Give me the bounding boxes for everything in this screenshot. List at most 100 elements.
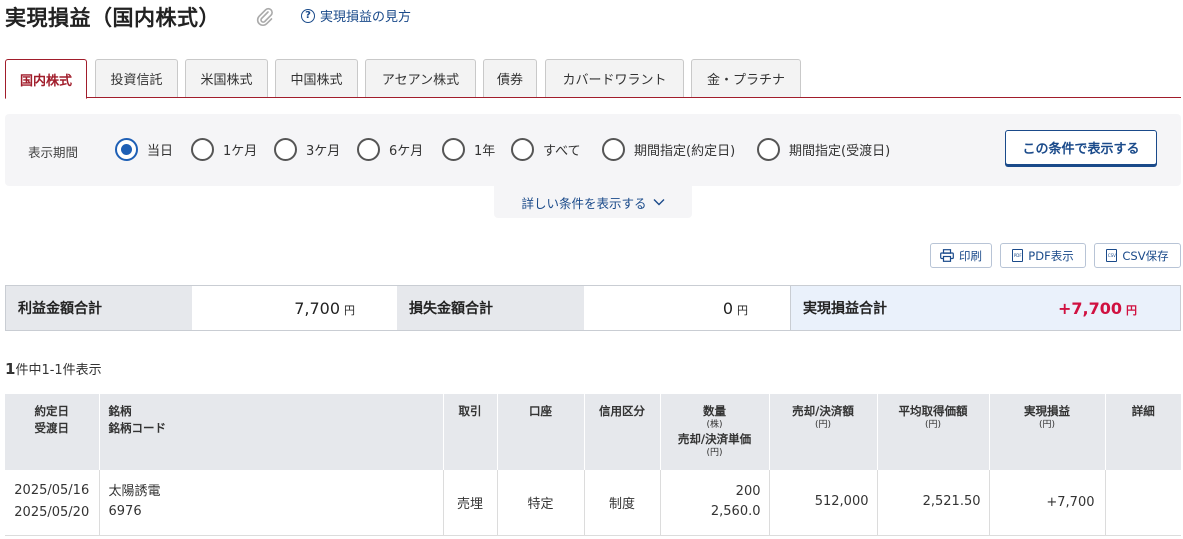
- realized-pl-table: 約定日 受渡日 銘柄 銘柄コード 取引 口座 信用区分 数量 (株) 売却/決済単価…: [5, 394, 1181, 536]
- cell-quantity-price: 200 2,560.0: [659, 470, 769, 536]
- radio-unchecked-icon: [442, 138, 465, 161]
- summary-bar: 利益金額合計 7,700 円 損失金額合計 0円 実現損益合計 +7,700 円: [5, 285, 1181, 331]
- col-stock: 銘柄 銘柄コード: [98, 394, 443, 470]
- csv-button[interactable]: CSV CSV保存: [1094, 243, 1181, 268]
- radio-3-months[interactable]: 3ケ月: [274, 138, 340, 161]
- result-count: 1件中1-1件表示: [5, 359, 102, 378]
- paperclip-icon[interactable]: [255, 6, 275, 28]
- col-trade: 取引: [442, 394, 497, 470]
- radio-unchecked-icon: [511, 138, 534, 161]
- tab-investment-trusts[interactable]: 投資信託: [95, 59, 178, 97]
- radio-label: 1年: [474, 144, 496, 159]
- cell-stock: 太陽誘電 6976: [98, 470, 443, 536]
- col-account: 口座: [496, 394, 584, 470]
- realized-amount: +7,700: [1057, 298, 1122, 318]
- result-count-label: 件中1-1件表示: [15, 363, 102, 378]
- radio-today[interactable]: 当日: [115, 138, 173, 161]
- profit-amount: 7,700: [294, 298, 340, 318]
- col-amount-label: 売却/決済額: [792, 404, 854, 418]
- loss-amount: 0: [722, 298, 733, 318]
- help-link-label: 実現損益の見方: [320, 10, 412, 25]
- question-icon: ?: [301, 8, 315, 23]
- radio-range-trade-date[interactable]: 期間指定(約定日): [602, 138, 735, 161]
- apply-conditions-button[interactable]: この条件で表示する: [1005, 130, 1157, 165]
- yen-unit: 円: [737, 303, 748, 317]
- cell-account: 特定: [496, 470, 584, 536]
- cell-margin-type: 制度: [583, 470, 660, 536]
- chevron-down-icon: [653, 199, 664, 206]
- page-title: 実現損益（国内株式）: [5, 6, 220, 30]
- csv-label: CSV保存: [1122, 248, 1169, 263]
- table-header-row: 約定日 受渡日 銘柄 銘柄コード 取引 口座 信用区分 数量 (株) 売却/決済単価…: [5, 394, 1181, 470]
- tab-china-stocks[interactable]: 中国株式: [275, 59, 358, 97]
- col-avg-cost-label: 平均取得価額: [898, 404, 968, 418]
- tab-us-stocks[interactable]: 米国株式: [185, 59, 268, 97]
- csv-file-icon: CSV: [1106, 249, 1118, 262]
- stock-code: 6976: [108, 504, 142, 520]
- printer-icon: [940, 249, 954, 262]
- radio-label: 期間指定(約定日): [634, 144, 736, 159]
- cell-trade: 売埋: [442, 470, 497, 536]
- col-amount: 売却/決済額 (円): [768, 394, 877, 470]
- radio-label: 6ケ月: [389, 144, 424, 159]
- tab-covered-warrants[interactable]: カバードワラント: [545, 59, 684, 97]
- unit-price: 2,560.0: [710, 504, 761, 520]
- col-quantity-price: 数量 (株) 売却/決済単価 (円): [659, 394, 769, 470]
- more-conditions-label: 詳しい条件を表示する: [521, 195, 647, 211]
- cell-detail: [1104, 470, 1181, 536]
- cell-amount: 512,000: [768, 470, 877, 536]
- pdf-button[interactable]: PDF PDF表示: [1000, 243, 1086, 268]
- loss-total-label: 損失金額合計: [397, 286, 584, 330]
- radio-unchecked-icon: [274, 138, 297, 161]
- col-realized-label: 実現損益: [1024, 404, 1070, 418]
- radio-label: 期間指定(受渡日): [789, 144, 891, 159]
- col-trade-date: 約定日: [34, 404, 70, 418]
- radio-all[interactable]: すべて: [511, 138, 581, 161]
- radio-6-months[interactable]: 6ケ月: [357, 138, 423, 161]
- quantity: 200: [735, 484, 761, 500]
- more-conditions-toggle[interactable]: 詳しい条件を表示する: [494, 186, 692, 218]
- col-realized: 実現損益 (円): [988, 394, 1105, 470]
- market-tabs: 国内株式 投資信託 米国株式 中国株式 アセアン株式 債券 カバードワラント 金…: [5, 59, 1181, 99]
- radio-1-month[interactable]: 1ケ月: [191, 138, 257, 161]
- print-label: 印刷: [959, 248, 982, 263]
- col-settle-date: 受渡日: [34, 421, 70, 435]
- loss-total-value: 0円: [584, 286, 790, 330]
- radio-label: 1ケ月: [223, 144, 258, 159]
- print-button[interactable]: 印刷: [930, 243, 992, 268]
- realized-total-label: 実現損益合計: [790, 286, 968, 330]
- pdf-file-icon: PDF: [1012, 249, 1024, 262]
- yen-unit: 円: [344, 303, 355, 317]
- cell-avg-cost: 2,521.50: [876, 470, 989, 536]
- col-stock-name: 銘柄: [108, 404, 132, 418]
- unit-label: (円): [706, 448, 723, 458]
- yen-unit: 円: [1126, 303, 1137, 317]
- radio-1-year[interactable]: 1年: [442, 138, 495, 161]
- tab-gold-platinum[interactable]: 金・プラチナ: [691, 59, 801, 97]
- radio-unchecked-icon: [602, 138, 625, 161]
- unit-label: (円): [1038, 420, 1056, 430]
- filter-panel: 表示期間 当日 1ケ月 3ケ月 6ケ月 1年 すべて 期間指定(約定日) 期間指…: [5, 114, 1181, 186]
- radio-label: 3ケ月: [306, 144, 341, 159]
- radio-range-settle-date[interactable]: 期間指定(受渡日): [757, 138, 890, 161]
- col-unit-price: 売却/決済単価: [677, 432, 752, 446]
- tab-asean-stocks[interactable]: アセアン株式: [365, 59, 476, 97]
- stock-name: 太陽誘電: [108, 484, 161, 500]
- col-quantity: 数量: [703, 404, 726, 418]
- cell-dates: 2025/05/16 2025/05/20: [5, 470, 99, 536]
- col-detail: 詳細: [1104, 394, 1181, 470]
- radio-unchecked-icon: [757, 138, 780, 161]
- help-link[interactable]: ? 実現損益の見方: [301, 6, 411, 25]
- trade-date: 2025/05/16: [14, 483, 90, 499]
- col-dates: 約定日 受渡日: [5, 394, 99, 470]
- tab-bonds[interactable]: 債券: [483, 59, 537, 97]
- cell-realized: +7,700: [988, 470, 1105, 536]
- period-label: 表示期間: [28, 145, 79, 160]
- result-count-number: 1: [5, 360, 16, 378]
- unit-label: (円): [924, 420, 942, 430]
- unit-label: (円): [814, 420, 832, 430]
- settle-date: 2025/05/20: [14, 505, 90, 521]
- radio-label: 当日: [147, 144, 174, 159]
- profit-total-label: 利益金額合計: [6, 286, 192, 330]
- tab-domestic-stocks[interactable]: 国内株式: [5, 59, 87, 99]
